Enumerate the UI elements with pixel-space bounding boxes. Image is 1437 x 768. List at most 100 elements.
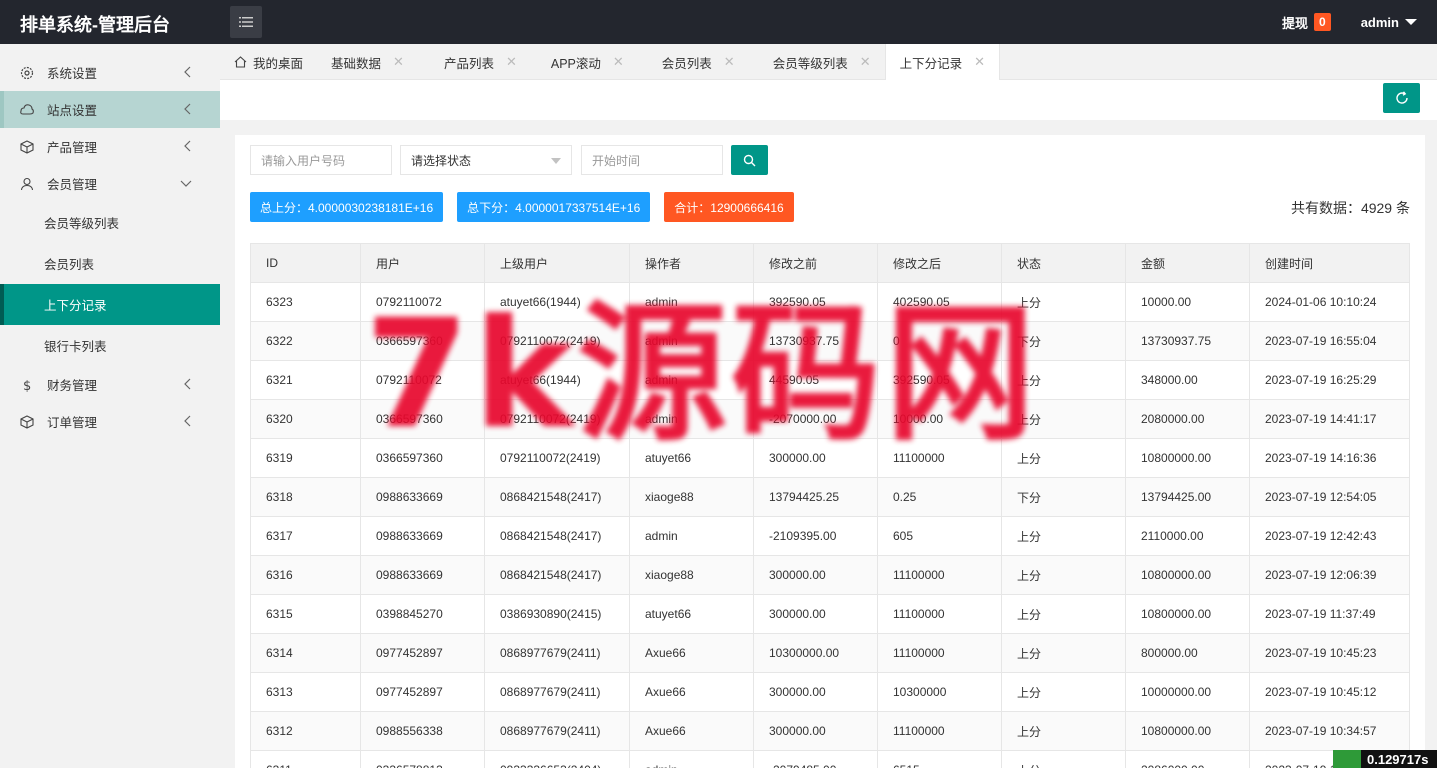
table-row[interactable]: 6317 0988633669 0868421548(2417) admin -2109…: [250, 516, 1410, 556]
column-header[interactable]: 操作者: [629, 243, 754, 283]
table-row[interactable]: 6316 0988633669 0868421548(2417) xiaoge88 30…: [250, 555, 1410, 595]
sidebar-subitem-member-levels[interactable]: 会员等级列表: [0, 202, 220, 243]
withdraw-count-badge: 0: [1314, 13, 1331, 31]
table-cell: 11100000: [877, 633, 1002, 673]
table-cell: 2023-07-19 12:42:43: [1249, 516, 1410, 556]
search-button[interactable]: [731, 145, 768, 175]
svg-text:$: $: [23, 379, 31, 392]
table-cell: 2023-07-19 14:41:17: [1249, 399, 1410, 439]
table-cell: 0988633669: [360, 516, 485, 556]
table-cell: 6322: [250, 321, 361, 361]
user-number-input[interactable]: 请输入用户号码: [250, 145, 392, 175]
table-cell: 0933336653(2404): [484, 750, 630, 768]
table-cell: 2023-07-19 10:45:23: [1249, 633, 1410, 673]
column-header[interactable]: 用户: [360, 243, 485, 283]
sidebar-item-member-management[interactable]: 会员管理: [0, 165, 220, 202]
table-row[interactable]: 6318 0988633669 0868421548(2417) xiaoge88 13…: [250, 477, 1410, 517]
performance-timer: 0.129717s: [1333, 750, 1437, 768]
table-cell: 2086000.00: [1125, 750, 1250, 768]
sidebar-subitem-bank-cards[interactable]: 银行卡列表: [0, 325, 220, 366]
table-cell: admin: [629, 750, 754, 768]
sidebar-item-label: 财务管理: [47, 379, 98, 393]
table-cell: 10800000.00: [1125, 594, 1250, 634]
user-icon: [20, 177, 34, 191]
table-row[interactable]: 631103365788130933336653(2404)admin-2079…: [250, 750, 1410, 768]
table-row[interactable]: 6315 0398845270 0386930890(2415) atuyet66 30…: [250, 594, 1410, 634]
close-icon[interactable]: ✕: [724, 54, 735, 70]
sidebar-item-system-settings[interactable]: 系统设置: [0, 54, 220, 91]
table-row[interactable]: 6314 0977452897 0868977679(2411) Axue66 1030…: [250, 633, 1410, 673]
sidebar-item-label: 站点设置: [47, 104, 98, 118]
tab-label: 上下分记录: [899, 56, 963, 71]
sidebar-item-label: 订单管理: [47, 416, 98, 430]
stats-row: 总上分：4.0000030238181E+16 总下分：4.0000017337…: [250, 192, 808, 222]
table-cell: 0868421548(2417): [484, 477, 630, 517]
start-time-input[interactable]: 开始时间: [581, 145, 723, 175]
sidebar-item-product-management[interactable]: 产品管理: [0, 128, 220, 165]
tab-label: APP滚动: [550, 56, 601, 71]
tab-home[interactable]: 我的桌面: [220, 44, 317, 80]
column-header[interactable]: 金额: [1125, 243, 1250, 283]
table-cell: 10800000.00: [1125, 555, 1250, 595]
cloud-icon: [20, 103, 34, 117]
top-header: 排单系统-管理后台 提现 0 admin: [0, 0, 1437, 44]
withdraw-label: 提现: [1282, 15, 1309, 31]
column-header[interactable]: 创建时间: [1249, 243, 1410, 283]
table-cell: 300000.00: [753, 672, 878, 712]
close-icon[interactable]: ✕: [613, 54, 624, 70]
table-row[interactable]: 6313 0977452897 0868977679(2411) Axue66 3000…: [250, 672, 1410, 712]
tab-basic-data[interactable]: 基础数据 ✕: [317, 44, 418, 80]
record-count: 共有数据：4929 条: [1290, 200, 1410, 216]
table-cell: xiaoge88: [629, 555, 754, 595]
table-cell: -2109395.00: [753, 516, 878, 556]
close-icon[interactable]: ✕: [974, 54, 985, 70]
user-menu[interactable]: admin: [1361, 15, 1417, 30]
total-up-badge: 总上分：4.0000030238181E+16: [250, 192, 444, 222]
tab-credit-records[interactable]: 上下分记录 ✕: [884, 44, 1001, 80]
table-cell: 10300000: [877, 672, 1002, 712]
close-icon[interactable]: ✕: [393, 54, 404, 70]
table-cell: 13794425.25: [753, 477, 878, 517]
table-cell: 0868421548(2417): [484, 516, 630, 556]
table-cell: 6313: [250, 672, 361, 712]
timer-icon: [1333, 750, 1361, 768]
column-header[interactable]: ID: [250, 243, 361, 283]
status-select-value: 请选择状态: [411, 153, 472, 168]
sidebar-item-site-settings[interactable]: 站点设置: [0, 91, 220, 128]
home-icon: [234, 56, 247, 68]
column-header[interactable]: 修改之后: [877, 243, 1002, 283]
table-row[interactable]: 6312 0988556338 0868977679(2411) Axue66 3000…: [250, 711, 1410, 751]
close-icon[interactable]: ✕: [860, 54, 871, 70]
table-cell: 6314: [250, 633, 361, 673]
table-cell: 0977452897: [360, 672, 485, 712]
column-header[interactable]: 上级用户: [484, 243, 630, 283]
tab-label: 会员列表: [661, 56, 712, 71]
table-cell: 6321: [250, 360, 361, 400]
refresh-button[interactable]: [1383, 83, 1420, 113]
menu-toggle-button[interactable]: [230, 6, 262, 38]
close-icon[interactable]: ✕: [506, 54, 517, 70]
status-select[interactable]: 请选择状态: [400, 145, 572, 175]
tab-app-scroll[interactable]: APP滚动 ✕: [531, 44, 638, 80]
tab-product-list[interactable]: 产品列表 ✕: [418, 44, 531, 80]
table-cell: xiaoge88: [629, 477, 754, 517]
column-header[interactable]: 状态: [1001, 243, 1126, 283]
sidebar-subitem-member-list[interactable]: 会员列表: [0, 243, 220, 284]
sidebar-item-finance-management[interactable]: $ 财务管理: [0, 366, 220, 403]
table-cell: 6316: [250, 555, 361, 595]
tab-member-list[interactable]: 会员列表 ✕: [638, 44, 749, 80]
table-cell: 2024-01-06 10:10:24: [1249, 282, 1410, 322]
table-cell: 2023-07-19 10:34:57: [1249, 711, 1410, 751]
table-cell: 6515: [877, 750, 1002, 768]
table-cell: 10000.00: [1125, 282, 1250, 322]
cube-icon: [20, 139, 34, 154]
table-cell: 0398845270: [360, 594, 485, 634]
table-cell: 0988556338: [360, 711, 485, 751]
sidebar-item-order-management[interactable]: 订单管理: [0, 403, 220, 440]
table-cell: 上分: [1001, 633, 1126, 673]
sidebar-subitem-credit-records[interactable]: 上下分记录: [0, 284, 220, 325]
chevron-left-icon: [184, 103, 192, 118]
column-header[interactable]: 修改之前: [753, 243, 878, 283]
tab-member-levels[interactable]: 会员等级列表 ✕: [749, 44, 885, 80]
withdraw-link[interactable]: 提现 0: [1282, 13, 1331, 32]
